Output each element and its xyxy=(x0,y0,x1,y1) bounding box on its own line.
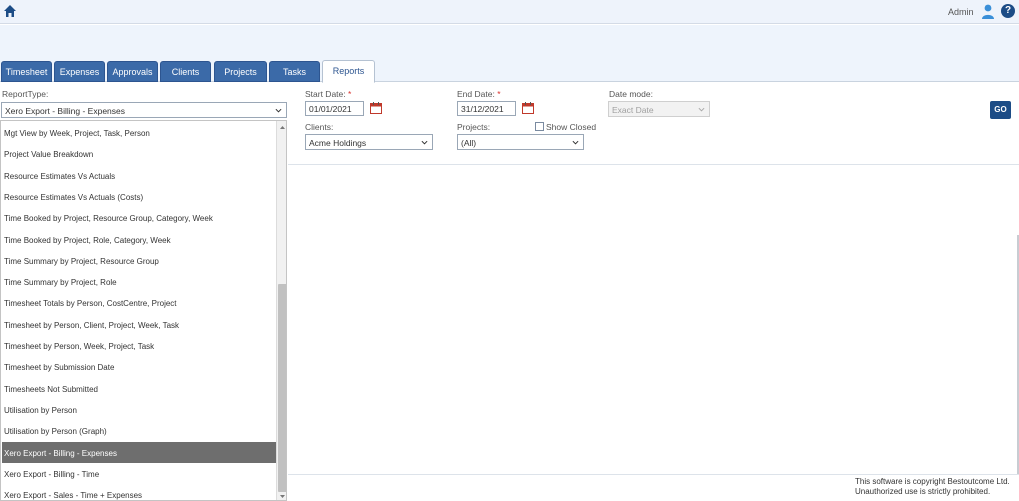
report-option[interactable]: Timesheets Not Submitted xyxy=(2,378,276,399)
projects-select[interactable]: (All) xyxy=(457,134,584,150)
tab-clients[interactable]: Clients xyxy=(160,61,211,82)
start-date-input[interactable] xyxy=(305,101,364,116)
go-button[interactable]: GO xyxy=(990,101,1011,119)
show-closed-checkbox[interactable] xyxy=(535,122,544,131)
report-option[interactable]: Xero Export - Sales - Time + Expenses xyxy=(2,484,276,500)
report-type-value: Xero Export - Billing - Expenses xyxy=(5,106,125,116)
home-icon[interactable] xyxy=(3,4,17,18)
report-option[interactable]: Time Booked by Project, Resource Group, … xyxy=(2,207,276,228)
chevron-down-icon xyxy=(572,140,579,145)
report-option[interactable]: Timesheet by Person, Week, Project, Task xyxy=(2,335,276,356)
report-option[interactable]: Utilisation by Person (Graph) xyxy=(2,420,276,441)
show-closed-label[interactable]: Show Closed xyxy=(546,122,596,132)
report-option[interactable]: Time Summary by Project, Role xyxy=(2,271,276,292)
tab-tasks[interactable]: Tasks xyxy=(269,61,320,82)
dropdown-scrollbar[interactable] xyxy=(276,121,286,500)
report-option[interactable]: Time Summary by Project, Resource Group xyxy=(2,250,276,271)
user-name[interactable]: Admin xyxy=(948,7,974,17)
report-option[interactable]: Mgt View by Week, Project, Task, Person xyxy=(2,122,276,143)
filter-divider xyxy=(288,164,1019,165)
clients-select[interactable]: Acme Holdings xyxy=(305,134,433,150)
end-date-input[interactable] xyxy=(457,101,516,116)
report-option[interactable]: Timesheet by Person, Client, Project, We… xyxy=(2,314,276,335)
help-icon[interactable]: ? xyxy=(1001,4,1015,18)
tab-approvals[interactable]: Approvals xyxy=(107,61,158,82)
date-mode-label: Date mode: xyxy=(609,89,653,99)
report-type-dropdown[interactable]: Mgt View by Week, Project, Task, Person P… xyxy=(0,120,287,501)
start-date-label: Start Date: * xyxy=(305,89,352,99)
calendar-icon[interactable] xyxy=(370,102,382,114)
copyright-text: This software is copyright Bestoutcome L… xyxy=(855,477,1010,486)
report-option[interactable]: Timesheet by Submission Date xyxy=(2,356,276,377)
date-mode-value: Exact Date xyxy=(612,105,654,115)
report-option[interactable]: Xero Export - Billing - Time xyxy=(2,463,276,484)
date-mode-select[interactable]: Exact Date xyxy=(608,101,710,117)
chevron-down-icon xyxy=(421,140,428,145)
tab-expenses[interactable]: Expenses xyxy=(54,61,105,82)
scroll-up-icon[interactable] xyxy=(279,124,286,131)
top-bar: Admin ? xyxy=(0,0,1019,24)
warning-text: Unauthorized use is strictly prohibited. xyxy=(855,487,991,496)
tab-reports[interactable]: Reports xyxy=(322,60,375,83)
report-option[interactable]: Time Booked by Project, Role, Category, … xyxy=(2,229,276,250)
end-date-label: End Date: * xyxy=(457,89,501,99)
report-option[interactable]: Xero Export - Billing - Expenses xyxy=(2,441,276,463)
scroll-thumb[interactable] xyxy=(278,284,286,492)
report-option[interactable]: Resource Estimates Vs Actuals xyxy=(2,165,276,186)
tab-timesheet[interactable]: Timesheet xyxy=(1,61,52,82)
tab-projects[interactable]: Projects xyxy=(214,61,267,82)
report-option[interactable]: Utilisation by Person xyxy=(2,399,276,420)
report-option[interactable]: Project Value Breakdown xyxy=(2,143,276,164)
scroll-down-icon[interactable] xyxy=(279,493,286,500)
chevron-down-icon xyxy=(698,107,705,112)
calendar-icon[interactable] xyxy=(522,102,534,114)
clients-label: Clients: xyxy=(305,122,334,132)
report-option[interactable]: Resource Estimates Vs Actuals (Costs) xyxy=(2,186,276,207)
chevron-down-icon xyxy=(275,108,282,113)
report-type-label: ReportType: xyxy=(2,89,49,99)
user-icon[interactable] xyxy=(981,4,995,19)
footer-divider xyxy=(288,474,1019,475)
projects-value: (All) xyxy=(461,138,477,148)
report-option[interactable]: Timesheet Totals by Person, CostCentre, … xyxy=(2,292,276,313)
clients-value: Acme Holdings xyxy=(309,138,367,148)
report-type-select[interactable]: Xero Export - Billing - Expenses xyxy=(1,102,287,118)
projects-label: Projects: xyxy=(457,122,491,132)
